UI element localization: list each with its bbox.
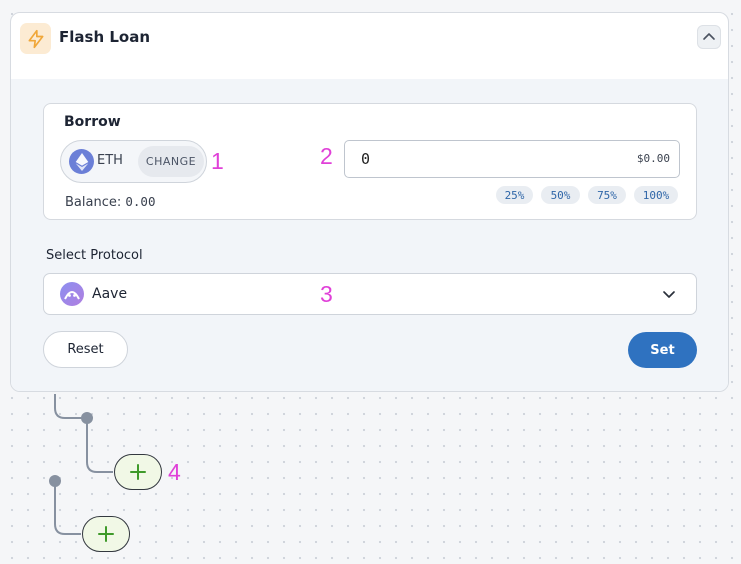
protocol-selected-value: Aave <box>92 286 128 302</box>
flash-loan-card: Flash Loan Borrow ETH CHANGE Balance: 0.… <box>10 12 729 392</box>
card-header: Flash Loan <box>11 13 728 79</box>
add-step-button[interactable] <box>82 516 130 552</box>
collapse-button[interactable] <box>697 25 721 49</box>
plus-icon <box>98 526 114 542</box>
card-body: Borrow ETH CHANGE Balance: 0.00 0 $0.00 <box>11 79 728 391</box>
percent-50-button[interactable]: 50% <box>541 186 580 204</box>
percent-buttons: 25% 50% 75% 100% <box>496 186 678 204</box>
balance-value: 0.00 <box>125 194 156 209</box>
annotation-marker-4: 4 <box>168 459 181 485</box>
annotation-marker-2: 2 <box>320 143 333 169</box>
balance-row: Balance: 0.00 <box>65 194 155 210</box>
chevron-down-icon <box>663 291 675 298</box>
lightning-bolt-icon <box>20 23 51 54</box>
set-button[interactable]: Set <box>628 332 697 368</box>
plus-icon <box>130 464 146 480</box>
reset-button[interactable]: Reset <box>43 331 128 368</box>
borrow-label: Borrow <box>64 114 121 130</box>
percent-25-button[interactable]: 25% <box>496 186 533 204</box>
amount-input[interactable]: 0 $0.00 <box>344 140 680 178</box>
amount-value: 0 <box>361 150 371 168</box>
percent-100-button[interactable]: 100% <box>634 186 678 204</box>
chevron-up-icon <box>703 33 715 40</box>
borrow-section: Borrow ETH CHANGE Balance: 0.00 0 $0.00 <box>43 103 697 220</box>
aave-icon <box>60 282 84 306</box>
protocol-select[interactable]: Aave <box>43 273 697 315</box>
percent-75-button[interactable]: 75% <box>588 186 626 204</box>
annotation-marker-3: 3 <box>320 281 333 307</box>
card-title: Flash Loan <box>59 28 151 46</box>
amount-usd-value: $0.00 <box>636 152 670 165</box>
token-symbol: ETH <box>97 153 123 168</box>
token-selector[interactable]: ETH CHANGE <box>60 140 207 183</box>
protocol-label: Select Protocol <box>46 248 143 263</box>
add-step-button[interactable] <box>114 454 162 490</box>
balance-label: Balance: <box>65 195 122 210</box>
annotation-marker-1: 1 <box>211 148 224 174</box>
change-token-button[interactable]: CHANGE <box>138 146 204 177</box>
eth-icon <box>69 149 94 174</box>
